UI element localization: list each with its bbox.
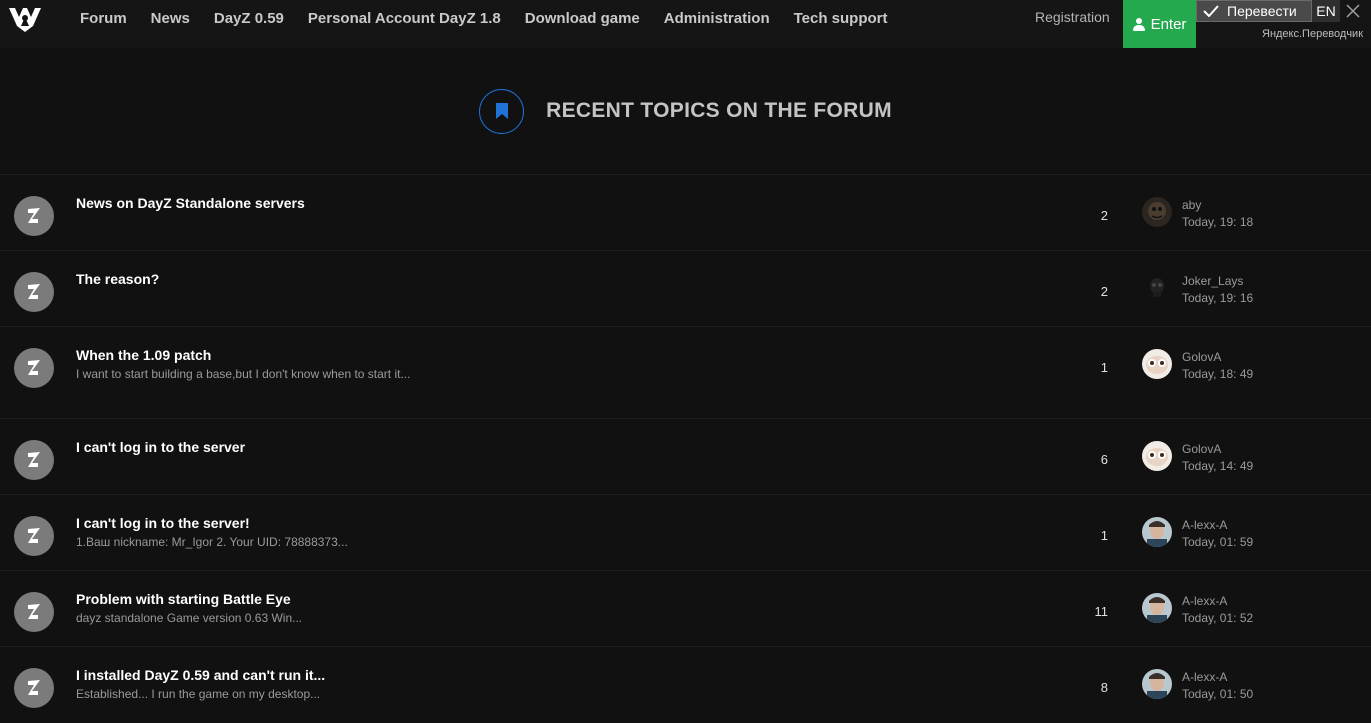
user-icon (1132, 17, 1145, 31)
topic-title[interactable]: News on DayZ Standalone servers (76, 195, 305, 211)
top-navigation-bar: Forum News DayZ 0.59 Personal Account Da… (0, 0, 1371, 48)
user-avatar[interactable] (1142, 593, 1172, 623)
topic-row[interactable]: When the 1.09 patch I want to start buil… (0, 326, 1371, 418)
topic-row[interactable]: News on DayZ Standalone servers 2 aby To… (0, 174, 1371, 250)
topic-title[interactable]: I can't log in to the server (76, 439, 245, 455)
nav-item-dayz-059[interactable]: DayZ 0.59 (202, 10, 296, 27)
registration-link[interactable]: Registration (1035, 9, 1110, 25)
last-post-user[interactable]: GolovA (1182, 442, 1221, 456)
user-avatar[interactable] (1142, 273, 1172, 303)
topic-avatar-icon (14, 348, 54, 388)
topic-row[interactable]: Problem with starting Battle Eye dayz st… (0, 570, 1371, 646)
topic-list: News on DayZ Standalone servers 2 aby To… (0, 174, 1371, 722)
topic-reply-count: 1 (1100, 528, 1108, 543)
topic-reply-count: 6 (1100, 452, 1108, 467)
section-header: RECENT TOPICS ON THE FORUM (0, 88, 1371, 134)
topic-reply-count: 2 (1100, 208, 1108, 223)
last-post-time: Today, 19: 16 (1182, 291, 1254, 305)
nav-item-download-game[interactable]: Download game (513, 10, 652, 27)
user-avatar[interactable] (1142, 197, 1172, 227)
enter-button[interactable]: Enter (1123, 0, 1196, 48)
last-post-time: Today, 01: 52 (1182, 611, 1254, 625)
last-post-time: Today, 18: 49 (1182, 367, 1254, 381)
language-selector[interactable]: EN (1312, 0, 1340, 22)
topic-snippet: Established... I run the game on my desk… (76, 687, 321, 701)
last-post-user[interactable]: A-lexx-A (1182, 670, 1227, 684)
topic-row[interactable]: I can't log in to the server 6 GolovA To… (0, 418, 1371, 494)
last-post-user[interactable]: GolovA (1182, 350, 1221, 364)
last-post-time: Today, 19: 18 (1182, 215, 1254, 229)
topic-title[interactable]: The reason? (76, 271, 159, 287)
nav-item-forum[interactable]: Forum (68, 10, 139, 27)
last-post-time: Today, 01: 50 (1182, 687, 1254, 701)
user-avatar[interactable] (1142, 349, 1172, 379)
topic-reply-count: 11 (1094, 604, 1109, 619)
last-post-user[interactable]: A-lexx-A (1182, 518, 1227, 532)
nav-item-administration[interactable]: Administration (652, 10, 782, 27)
bookmark-icon (479, 88, 525, 134)
last-post-user[interactable]: aby (1182, 198, 1201, 212)
topic-snippet: 1.Ваш nickname: Mr_Igor 2. Your UID: 788… (76, 535, 348, 549)
topic-reply-count: 2 (1100, 284, 1108, 299)
topic-avatar-icon (14, 592, 54, 632)
topic-row[interactable]: I installed DayZ 0.59 and can't run it..… (0, 646, 1371, 722)
enter-button-label: Enter (1150, 15, 1187, 33)
topic-title[interactable]: When the 1.09 patch (76, 347, 211, 363)
last-post-time: Today, 14: 49 (1182, 459, 1254, 473)
checkmark-icon (1203, 5, 1219, 17)
user-avatar[interactable] (1142, 441, 1172, 471)
user-avatar[interactable] (1142, 517, 1172, 547)
user-avatar[interactable] (1142, 669, 1172, 699)
last-post-user[interactable]: Joker_Lays (1182, 274, 1243, 288)
topic-row[interactable]: I can't log in to the server! 1.Ваш nick… (0, 494, 1371, 570)
topic-avatar-icon (14, 196, 54, 236)
site-logo-icon[interactable] (8, 5, 42, 33)
main-nav: Forum News DayZ 0.59 Personal Account Da… (68, 0, 900, 36)
section-title: RECENT TOPICS ON THE FORUM (546, 99, 892, 122)
nav-item-news[interactable]: News (139, 10, 202, 27)
topic-avatar-icon (14, 516, 54, 556)
translate-provider-label: Яндекс.Переводчик (1262, 28, 1364, 40)
translate-widget: Перевести EN (1196, 0, 1371, 24)
translate-button-label: Перевести (1227, 3, 1297, 19)
topic-reply-count: 1 (1100, 360, 1108, 375)
topic-row[interactable]: The reason? 2 Joker_Lays Today, 19: 16 (0, 250, 1371, 326)
topic-title[interactable]: I installed DayZ 0.59 and can't run it..… (76, 667, 325, 683)
topic-reply-count: 8 (1100, 680, 1108, 695)
topic-title[interactable]: I can't log in to the server! (76, 515, 250, 531)
nav-item-personal-account[interactable]: Personal Account DayZ 1.8 (296, 10, 513, 27)
last-post-time: Today, 01: 59 (1182, 535, 1254, 549)
topic-snippet: I want to start building a base,but I do… (76, 367, 411, 381)
topic-avatar-icon (14, 272, 54, 312)
topic-avatar-icon (14, 440, 54, 480)
topic-snippet: dayz standalone Game version 0.63 Win... (76, 611, 303, 625)
last-post-user[interactable]: A-lexx-A (1182, 594, 1227, 608)
close-icon[interactable] (1340, 0, 1366, 22)
translate-button[interactable]: Перевести (1196, 0, 1312, 22)
nav-item-tech-support[interactable]: Tech support (782, 10, 900, 27)
topic-title[interactable]: Problem with starting Battle Eye (76, 591, 291, 607)
topic-avatar-icon (14, 668, 54, 708)
